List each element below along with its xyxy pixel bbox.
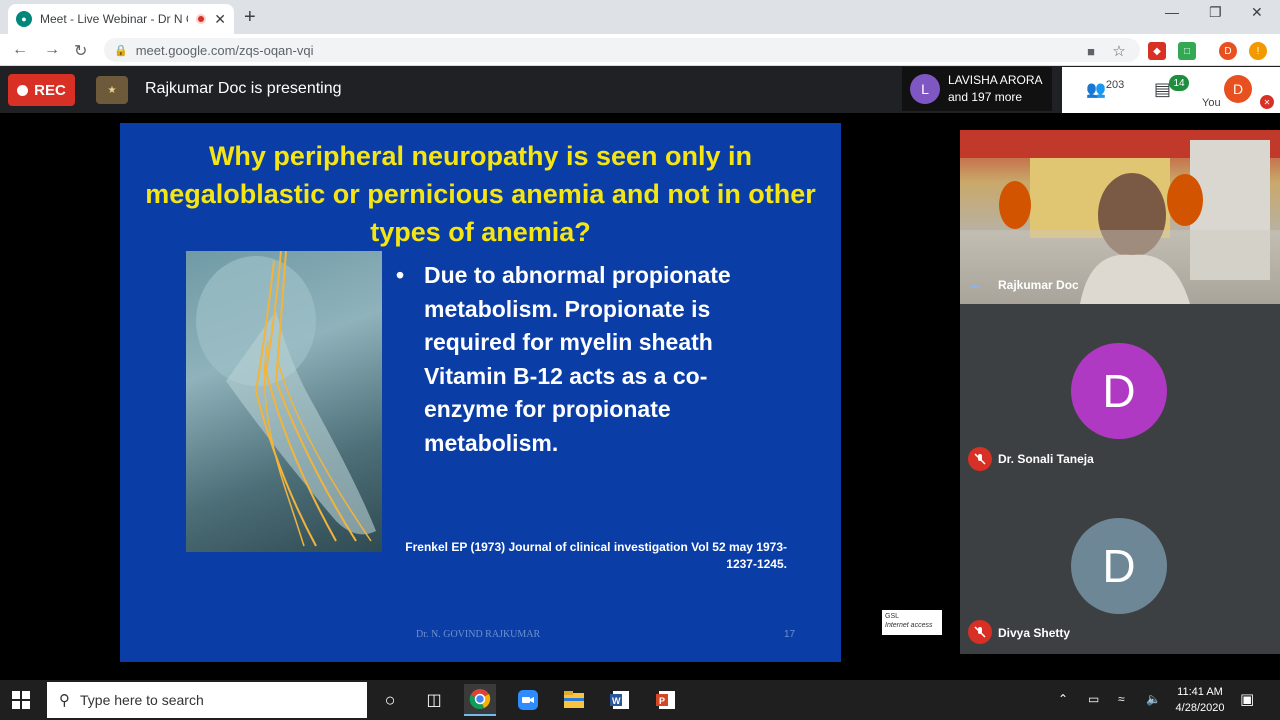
people-icon: 👥	[1086, 81, 1106, 99]
clock-date: 4/28/2020	[1175, 702, 1225, 714]
participant-avatar-sonali: D	[1071, 343, 1167, 439]
rec-dot-icon	[17, 84, 29, 96]
task-view-icon[interactable]: ◫	[418, 684, 450, 716]
bullet-text: Due to abnormal propionate metabolism. P…	[424, 262, 731, 456]
presentation-area: Why peripheral neuropathy is seen only i…	[0, 113, 1280, 680]
close-window-icon[interactable]: ✕	[1251, 4, 1263, 21]
presenter-avatar: ★	[96, 76, 128, 104]
show-hidden-icons-icon[interactable]: ⌃	[1058, 692, 1068, 706]
word-icon[interactable]: W	[604, 684, 636, 716]
mic-off-icon	[968, 620, 992, 644]
extension-shield-icon[interactable]: ◆	[1148, 42, 1166, 60]
search-icon: ⚲	[59, 692, 70, 709]
reference-line-2: 1237-1245.	[726, 557, 787, 571]
presenting-status: Rajkumar Doc is presenting	[145, 80, 342, 97]
participants-summary[interactable]: L LAVISHA ARORA and 197 more	[902, 67, 1052, 111]
tile-name-divya: Divya Shetty	[998, 626, 1071, 640]
slide-bullet: • Due to abnormal propionate metabolism.…	[396, 259, 786, 460]
rec-label: REC	[34, 81, 66, 99]
notifications-icon[interactable]: ▣	[1240, 690, 1254, 708]
bookmark-star-icon[interactable]: ☆	[1110, 42, 1128, 60]
slide-number: 17	[784, 629, 796, 640]
gsl-watermark: GSL Internet access	[882, 610, 942, 635]
slide-footer: Dr. N. GOVIND RAJKUMAR	[416, 629, 541, 640]
powerpoint-icon[interactable]: P	[650, 684, 682, 716]
speaking-indicator-icon: •••	[970, 282, 981, 293]
tile-name-sonali: Dr. Sonali Taneja	[998, 452, 1094, 466]
mic-off-icon: ✕	[1260, 95, 1274, 109]
slide-reference: Frenkel EP (1973) Journal of clinical in…	[380, 539, 787, 573]
cortana-icon[interactable]: ○	[374, 684, 406, 716]
zoom-icon[interactable]	[512, 684, 544, 716]
you-label: You	[1202, 97, 1221, 109]
windows-taskbar: ⚲ Type here to search ○ ◫ W P ⌃ ▭ ≈ 🔈 11…	[0, 680, 1280, 720]
volume-icon[interactable]: 🔈	[1146, 692, 1161, 706]
update-alert-icon[interactable]: !	[1249, 42, 1267, 60]
windows-start-icon[interactable]	[12, 691, 30, 714]
tab-title: Meet - Live Webinar - Dr N C	[40, 12, 189, 26]
clock-time: 11:41 AM	[1177, 686, 1223, 698]
meet-controls-panel: 👥203 ▤ 14 You D ✕	[1062, 67, 1280, 113]
url-field[interactable]: 🔒 meet.google.com/zqs-oqan-vqi	[104, 38, 1140, 62]
video-tile-presenter[interactable]: Rajkumar Doc •••	[960, 130, 1280, 304]
browser-tab[interactable]: ● Meet - Live Webinar - Dr N C ✕	[8, 4, 234, 34]
watermark-line-1: GSL	[885, 613, 900, 620]
url-text: meet.google.com/zqs-oqan-vqi	[135, 42, 314, 58]
camera-icon[interactable]: ■	[1082, 42, 1100, 60]
chat-count-badge: 14	[1169, 75, 1189, 91]
watermark-line-2: Internet access	[885, 622, 933, 629]
people-button[interactable]: 👥203	[1086, 79, 1124, 99]
svg-text:W: W	[612, 696, 621, 706]
close-tab-icon[interactable]: ✕	[214, 11, 226, 28]
participant-more: and 197 more	[948, 90, 1023, 104]
wifi-icon[interactable]: ≈	[1118, 692, 1125, 706]
taskbar-clock[interactable]: 11:41 AM 4/28/2020	[1170, 684, 1230, 716]
lock-icon: 🔒	[114, 44, 128, 57]
minimize-icon[interactable]: —	[1165, 4, 1179, 20]
meet-favicon-icon: ●	[16, 11, 32, 27]
maximize-icon[interactable]: ❐	[1209, 4, 1222, 21]
extension-inbox-icon[interactable]: □	[1178, 42, 1196, 60]
recording-badge: REC	[8, 74, 75, 106]
tile-name-presenter: Rajkumar Doc	[998, 278, 1079, 292]
people-count: 203	[1105, 79, 1125, 91]
reference-line-1: Frenkel EP (1973) Journal of clinical in…	[405, 540, 787, 554]
search-placeholder: Type here to search	[80, 692, 204, 708]
taskbar-search-box[interactable]: ⚲ Type here to search	[47, 682, 367, 718]
participant-avatar-divya: D	[1071, 518, 1167, 614]
reload-icon[interactable]: ↻	[74, 41, 87, 61]
video-tile-sonali[interactable]: D Dr. Sonali Taneja	[960, 304, 1280, 479]
battery-icon[interactable]: ▭	[1088, 692, 1099, 706]
address-bar: ← → ↻ 🔒 meet.google.com/zqs-oqan-vqi ■ ☆…	[0, 34, 1280, 66]
slide-title: Why peripheral neuropathy is seen only i…	[145, 141, 816, 247]
participant-avatar: L	[910, 74, 940, 104]
foot-nerve-image	[186, 251, 382, 552]
profile-avatar[interactable]: D	[1219, 42, 1237, 60]
meet-top-bar: REC ★ Rajkumar Doc is presenting L LAVIS…	[0, 67, 1280, 113]
recording-indicator-icon	[196, 14, 207, 24]
participant-name: LAVISHA ARORA	[948, 73, 1043, 87]
presentation-slide: Why peripheral neuropathy is seen only i…	[120, 123, 841, 662]
chrome-icon[interactable]	[464, 684, 496, 716]
svg-text:P: P	[659, 696, 665, 706]
browser-tab-bar: ● Meet - Live Webinar - Dr N C ✕ + — ❐ ✕	[0, 0, 1280, 34]
new-tab-button[interactable]: +	[244, 6, 256, 29]
back-icon[interactable]: ←	[12, 41, 28, 59]
bullet-icon: •	[396, 262, 405, 288]
file-explorer-icon[interactable]	[558, 684, 590, 716]
you-avatar[interactable]: D	[1224, 75, 1252, 103]
video-tile-divya[interactable]: D Divya Shetty	[960, 479, 1280, 654]
mic-off-icon	[968, 447, 992, 471]
forward-icon[interactable]: →	[44, 41, 60, 59]
